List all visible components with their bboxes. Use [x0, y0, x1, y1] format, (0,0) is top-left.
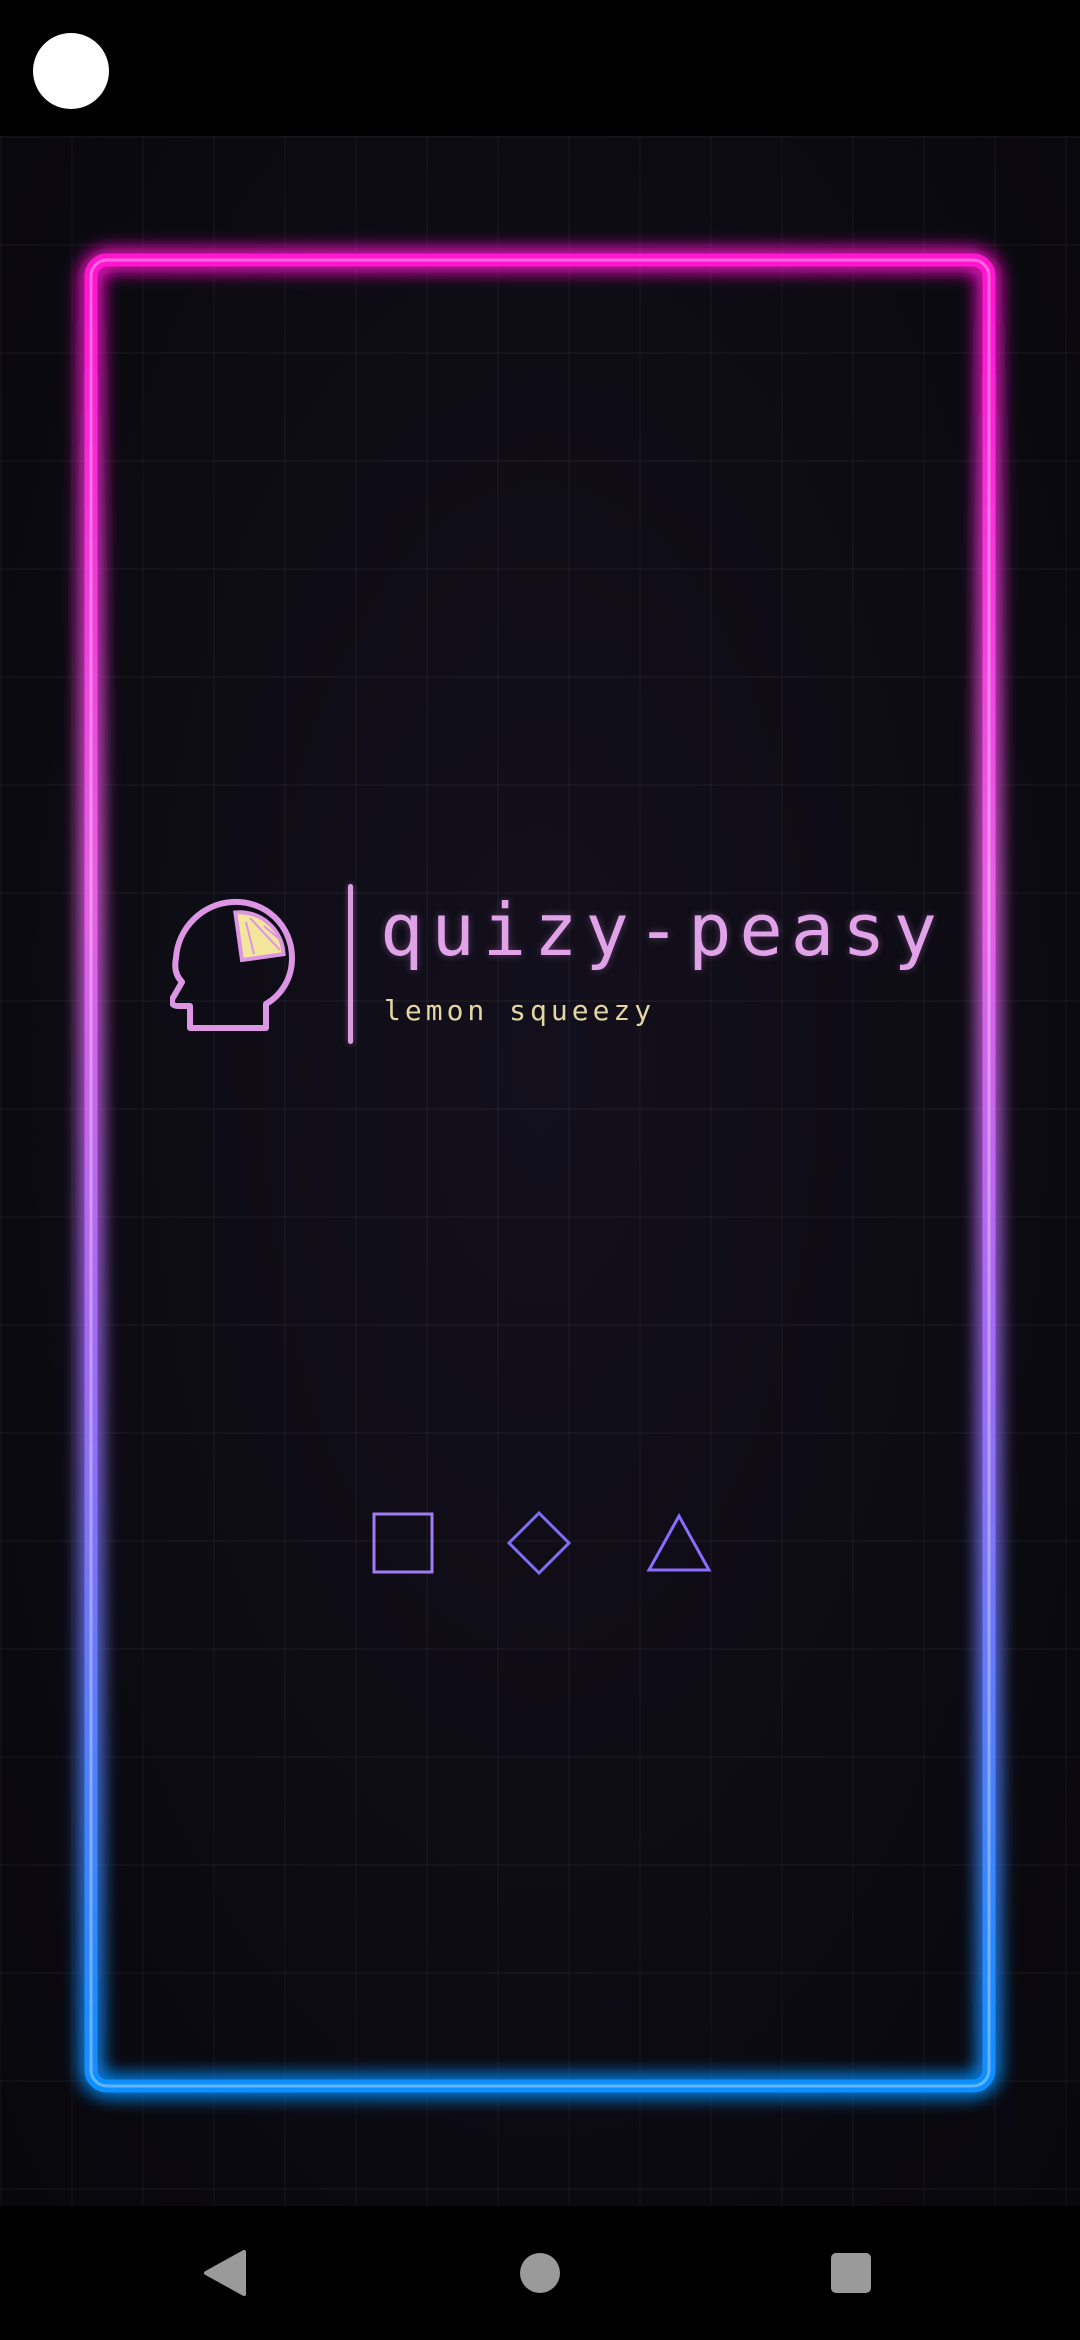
recents-icon	[831, 2253, 871, 2293]
neon-frame	[84, 253, 996, 2093]
device-frame: quizy-peasy lemon squeezy	[0, 0, 1080, 2340]
back-button[interactable]	[200, 2248, 250, 2298]
home-icon	[520, 2253, 560, 2293]
app-logo: quizy-peasy lemon squeezy	[170, 884, 937, 1054]
diamond-icon	[506, 1510, 572, 1576]
recents-button[interactable]	[826, 2248, 876, 2298]
camera-cutout	[33, 33, 109, 109]
triangle-icon	[646, 1512, 712, 1572]
status-bar	[0, 0, 1080, 136]
splash-screen: quizy-peasy lemon squeezy	[0, 136, 1080, 2206]
square-icon	[372, 1512, 434, 1574]
back-icon	[204, 2250, 246, 2296]
app-subtitle: lemon squeezy	[384, 994, 656, 1027]
app-title: quizy-peasy	[380, 888, 945, 972]
head-with-lemon-icon	[170, 898, 295, 1031]
loading-shapes	[370, 1510, 720, 1580]
logo-divider	[348, 884, 353, 1044]
home-button[interactable]	[515, 2248, 565, 2298]
navigation-bar	[0, 2206, 1080, 2340]
neon-frame-graphic	[84, 253, 996, 2093]
